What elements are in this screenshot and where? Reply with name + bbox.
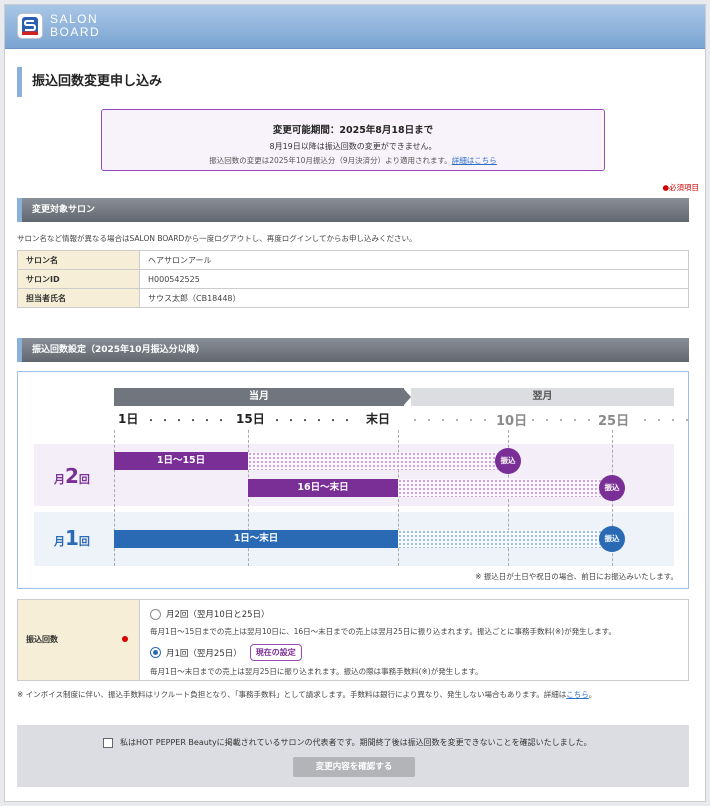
required-legend: ●必須項目 (662, 183, 699, 192)
period-bar-1-end: 1日〜末日 (114, 530, 398, 548)
confirm-changes-button[interactable]: 変更内容を確認する (293, 757, 415, 777)
period-bar-1-15: 1日〜15日 (114, 452, 248, 470)
section-target-salon-header: 変更対象サロン (17, 198, 689, 222)
tick-dots: ・・・・・・ (272, 416, 356, 427)
option-once-monthly[interactable]: 月1回（翌月25日） 現在の設定 (150, 644, 302, 661)
notice-deadline: 変更可能期間：2025年8月18日まで (272, 125, 434, 136)
salon-info-description: サロン名など情報が異なる場合はSALON BOARDから一度ログアウトし、再度ロ… (17, 234, 417, 243)
radio-once-monthly[interactable] (150, 647, 161, 658)
transfer-schedule-diagram: 当月 翌月 1日 ・・・・・・ 15日 ・・・・・・ 末日 ・・・・・・ 10日… (17, 371, 689, 589)
tick-day-15: 15日 (236, 412, 265, 426)
salon-board-logo-icon (17, 13, 43, 39)
payment-circle-25: 振込 (599, 475, 625, 501)
once-monthly-label: 月1回 (54, 526, 90, 550)
salon-board-logo[interactable]: SALON BOARD (17, 13, 100, 39)
salon-name-value: ヘアサロンアール (139, 250, 689, 270)
contact-name-value: サウス太郎（CB18448） (139, 288, 689, 308)
pending-pattern (398, 479, 612, 497)
twice-monthly-label: 月2回 (54, 464, 90, 488)
payment-circle-10: 振込 (495, 448, 521, 474)
salon-id-value: H000542525 (139, 269, 689, 289)
period-bar-16-end: 16日〜末日 (248, 479, 398, 497)
tick-dots: ・・・・・・ (640, 416, 688, 427)
holiday-note: ※ 振込日が土日や祝日の場合、前日にお振込みいたします。 (475, 572, 678, 581)
option-once-monthly-desc: 毎月1日〜末日までの売上は翌月25日に振り込まれます。振込の際は事務手数料(※)… (150, 667, 483, 676)
option-twice-monthly-label: 月2回（翌月10日と25日） (166, 610, 270, 620)
tick-dots: ・・・・・・ (146, 416, 230, 427)
pending-pattern (398, 530, 612, 548)
section-transfer-setting-header: 振込回数設定（2025年10月振込分以降） (17, 338, 689, 362)
top-bar: SALON BOARD (5, 5, 705, 49)
salon-name-label: サロン名 (17, 250, 140, 270)
table-row: サロン名 ヘアサロンアール (17, 250, 689, 270)
required-dot-icon (122, 636, 128, 642)
payment-circle-25: 振込 (599, 526, 625, 552)
transfer-count-label-cell: 振込回数 (18, 600, 140, 680)
logo-text-line2: BOARD (50, 25, 101, 39)
confirm-area: 私はHOT PEPPER Beautyに掲載されているサロンの代表者です。期間終… (17, 725, 689, 787)
tick-next-25: 25日 (598, 414, 630, 429)
table-row: サロンID H000542525 (17, 269, 689, 289)
tick-month-end: 末日 (366, 412, 391, 426)
current-month-arrow (403, 388, 411, 406)
pending-pattern (248, 452, 508, 470)
salon-info-table: サロン名 ヘアサロンアール サロンID H000542525 担当者氏名 サウス… (17, 250, 689, 308)
tick-dots: ・・・・・・ (410, 416, 494, 427)
footnote-details-link[interactable]: こちら (566, 690, 589, 699)
representative-checkbox-label: 私はHOT PEPPER Beautyに掲載されているサロンの代表者です。期間終… (120, 738, 592, 747)
option-twice-monthly-desc: 毎月1日〜15日までの売上は翌月10日に、16日〜末日までの売上は翌月25日に振… (150, 627, 616, 636)
representative-confirm[interactable]: 私はHOT PEPPER Beautyに掲載されているサロンの代表者です。期間終… (103, 737, 592, 748)
current-month-header: 当月 (114, 388, 404, 406)
notice-details-link[interactable]: 詳細はこちら (452, 156, 497, 165)
next-month-header: 翌月 (411, 388, 674, 406)
tick-next-10: 10日 (496, 414, 528, 429)
notice-line3: 振込回数の変更は2025年10月振込分（9月決済分）より適用されます。詳細はこち… (209, 156, 497, 165)
transfer-count-label: 振込回数 (26, 635, 58, 644)
page-title: 振込回数変更申し込み (17, 67, 162, 97)
contact-name-label: 担当者氏名 (17, 288, 140, 308)
option-once-monthly-label: 月1回（翌月25日） (166, 648, 242, 659)
radio-twice-monthly[interactable] (150, 608, 161, 620)
current-setting-badge: 現在の設定 (249, 644, 302, 661)
tick-day-1: 1日 (118, 412, 139, 426)
change-period-notice: 変更可能期間：2025年8月18日まで 8月19日以降は振込回数の変更ができませ… (101, 109, 605, 171)
table-row: 担当者氏名 サウス太郎（CB18448） (17, 288, 689, 308)
salon-id-label: サロンID (17, 269, 140, 289)
option-twice-monthly[interactable]: 月2回（翌月10日と25日） (150, 608, 270, 620)
transfer-count-setting: 振込回数 月2回（翌月10日と25日） 毎月1日〜15日までの売上は翌月10日に… (17, 599, 689, 681)
page-frame: SALON BOARD 振込回数変更申し込み 変更可能期間：2025年8月18日… (4, 4, 706, 802)
representative-checkbox[interactable] (103, 737, 113, 748)
invoice-footnote: ※ インボイス制度に伴い、振込手数料はリクルート負担となり、「事務手数料」として… (17, 690, 597, 699)
notice-line2: 8月19日以降は振込回数の変更ができません。 (269, 142, 437, 151)
